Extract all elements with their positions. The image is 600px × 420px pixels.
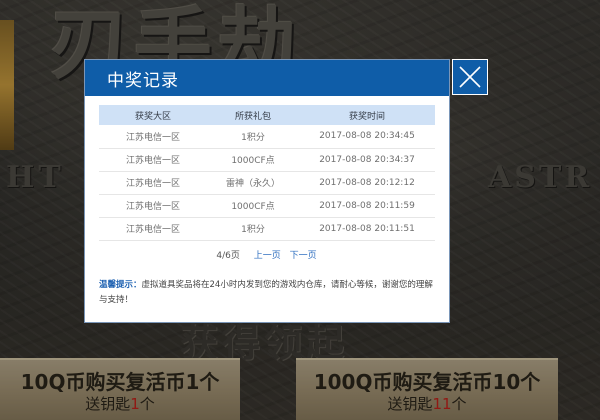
table-row: 江苏电信一区 1积分 2017-08-08 20:34:45 bbox=[99, 125, 435, 149]
table-header-row: 获奖大区 所获礼包 获奖时间 bbox=[99, 105, 435, 125]
cell-prize: 1积分 bbox=[207, 217, 299, 241]
modal-header: 中奖记录 bbox=[85, 60, 449, 96]
cell-prize: 1000CF点 bbox=[207, 148, 299, 172]
table-row: 江苏电信一区 1000CF点 2017-08-08 20:34:37 bbox=[99, 148, 435, 172]
column-header-server: 获奖大区 bbox=[99, 105, 207, 125]
close-x-icon bbox=[459, 66, 481, 88]
tips-label: 温馨提示： bbox=[99, 280, 142, 290]
warm-tips: 温馨提示：虚拟道具奖品将在24小时内发到您的游戏内仓库，请耐心等候，谢谢您的理解… bbox=[99, 278, 439, 308]
prize-record-modal: 中奖记录 获奖大区 所获礼包 获奖时间 江苏电信一区 1积分 2017-08-0… bbox=[84, 59, 450, 323]
modal-title: 中奖记录 bbox=[107, 70, 179, 91]
next-page-link[interactable]: 下一页 bbox=[290, 251, 317, 261]
page-indicator: 4/6页 bbox=[216, 251, 240, 261]
cell-server: 江苏电信一区 bbox=[99, 171, 207, 195]
column-header-time: 获奖时间 bbox=[299, 105, 435, 125]
tips-text: 虚拟道具奖品将在24小时内发到您的游戏内仓库，请耐心等候，谢谢您的理解与支持！ bbox=[99, 280, 433, 305]
cell-server: 江苏电信一区 bbox=[99, 194, 207, 218]
cell-prize: 雷神（永久） bbox=[207, 171, 299, 195]
close-button[interactable] bbox=[452, 59, 488, 95]
cell-server: 江苏电信一区 bbox=[99, 125, 207, 149]
cell-time: 2017-08-08 20:34:45 bbox=[299, 125, 435, 149]
cell-prize: 1000CF点 bbox=[207, 194, 299, 218]
table-row: 江苏电信一区 1积分 2017-08-08 20:11:51 bbox=[99, 217, 435, 241]
cell-time: 2017-08-08 20:11:59 bbox=[299, 194, 435, 218]
prev-page-link[interactable]: 上一页 bbox=[254, 251, 281, 261]
cell-time: 2017-08-08 20:11:51 bbox=[299, 217, 435, 241]
cell-server: 江苏电信一区 bbox=[99, 217, 207, 241]
prize-record-table: 获奖大区 所获礼包 获奖时间 江苏电信一区 1积分 2017-08-08 20:… bbox=[99, 105, 435, 241]
pagination: 4/6页 上一页 下一页 bbox=[85, 248, 451, 261]
table-row: 江苏电信一区 雷神（永久） 2017-08-08 20:12:12 bbox=[99, 171, 435, 195]
cell-server: 江苏电信一区 bbox=[99, 148, 207, 172]
cell-time: 2017-08-08 20:34:37 bbox=[299, 148, 435, 172]
cell-time: 2017-08-08 20:12:12 bbox=[299, 171, 435, 195]
column-header-prize: 所获礼包 bbox=[207, 105, 299, 125]
table-row: 江苏电信一区 1000CF点 2017-08-08 20:11:59 bbox=[99, 194, 435, 218]
cell-prize: 1积分 bbox=[207, 125, 299, 149]
